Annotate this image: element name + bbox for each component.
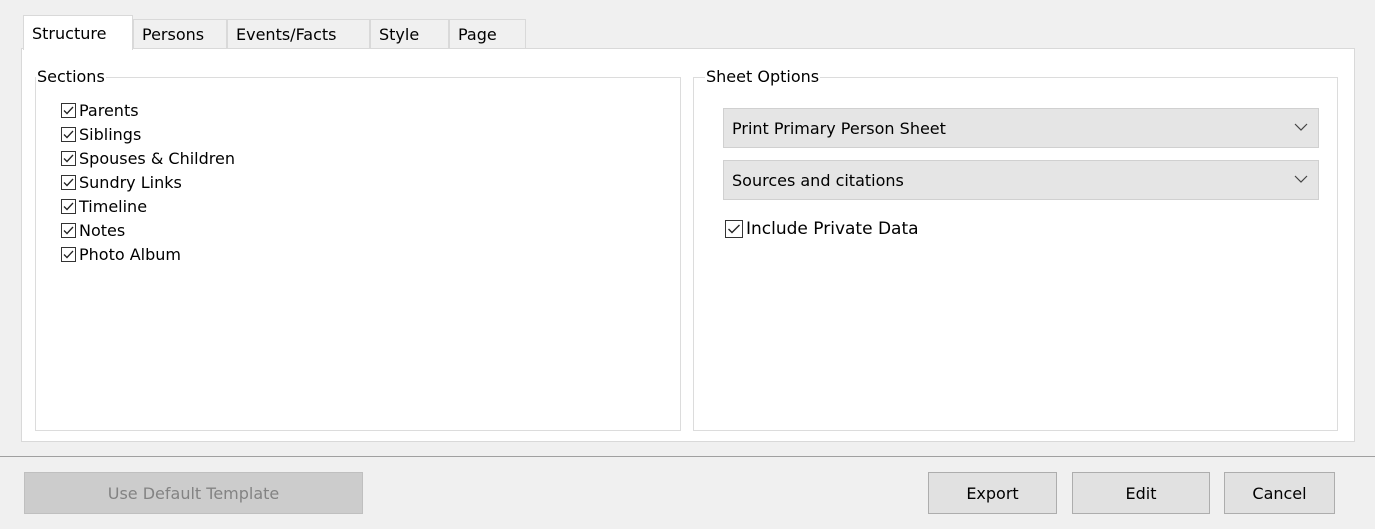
footer-separator <box>0 456 1375 457</box>
chevron-down-icon <box>1294 175 1308 183</box>
include-private-data-label: Include Private Data <box>746 219 919 239</box>
tab-style-label: Style <box>379 25 420 44</box>
tab-panel-structure: Sections Parents Siblings Spouses & Chil… <box>21 48 1355 442</box>
section-sundry-links-label: Sundry Links <box>79 172 182 192</box>
section-parents-checkbox[interactable]: Parents <box>61 98 139 122</box>
checkmark-icon <box>61 150 76 166</box>
checkmark-icon <box>61 102 76 118</box>
tab-persons-label: Persons <box>142 25 205 44</box>
cancel-button[interactable]: Cancel <box>1224 472 1335 514</box>
citations-dropdown[interactable]: Sources and citations <box>723 160 1319 200</box>
section-spouses-children-label: Spouses & Children <box>79 148 235 168</box>
checkmark-icon <box>61 126 76 142</box>
chevron-down-icon <box>1294 123 1308 131</box>
export-button[interactable]: Export <box>928 472 1057 514</box>
cancel-button-label: Cancel <box>1252 483 1307 503</box>
section-timeline-label: Timeline <box>79 196 148 216</box>
sections-group: Sections Parents Siblings Spouses & Chil… <box>35 67 681 431</box>
section-spouses-children-checkbox[interactable]: Spouses & Children <box>61 146 235 170</box>
checkmark-icon <box>725 220 743 238</box>
checkmark-icon <box>61 198 76 214</box>
section-photo-album-checkbox[interactable]: Photo Album <box>61 242 181 266</box>
checkmark-icon <box>61 174 76 190</box>
section-parents-label: Parents <box>79 100 139 120</box>
sheet-options-group: Sheet Options Print Primary Person Sheet… <box>693 67 1338 431</box>
tab-structure-label: Structure <box>32 23 107 43</box>
section-siblings-checkbox[interactable]: Siblings <box>61 122 141 146</box>
section-siblings-label: Siblings <box>79 124 142 144</box>
export-button-label: Export <box>966 483 1019 503</box>
tab-events-facts-label: Events/Facts <box>236 25 337 44</box>
tab-style[interactable]: Style <box>370 19 449 49</box>
edit-button-label: Edit <box>1125 483 1157 503</box>
checkmark-icon <box>61 222 76 238</box>
citations-dropdown-value: Sources and citations <box>732 170 904 190</box>
use-default-template-label: Use Default Template <box>107 483 280 503</box>
tab-page-label: Page <box>458 25 497 44</box>
tab-events-facts[interactable]: Events/Facts <box>227 19 370 49</box>
include-private-data-checkbox[interactable]: Include Private Data <box>725 217 919 241</box>
section-notes-label: Notes <box>79 220 126 240</box>
checkmark-icon <box>61 246 76 262</box>
dialog: Structure Persons Events/Facts Style Pag… <box>0 0 1375 529</box>
sheet-type-dropdown[interactable]: Print Primary Person Sheet <box>723 108 1319 148</box>
sections-group-title: Sections <box>36 67 106 87</box>
tab-structure[interactable]: Structure <box>23 15 133 50</box>
tab-persons[interactable]: Persons <box>133 19 227 49</box>
edit-button[interactable]: Edit <box>1072 472 1210 514</box>
tab-page[interactable]: Page <box>449 19 526 49</box>
section-sundry-links-checkbox[interactable]: Sundry Links <box>61 170 182 194</box>
use-default-template-button[interactable]: Use Default Template <box>24 472 363 514</box>
section-notes-checkbox[interactable]: Notes <box>61 218 125 242</box>
sheet-options-group-title: Sheet Options <box>705 67 821 87</box>
section-photo-album-label: Photo Album <box>79 244 181 264</box>
section-timeline-checkbox[interactable]: Timeline <box>61 194 147 218</box>
sheet-type-dropdown-value: Print Primary Person Sheet <box>732 118 946 138</box>
